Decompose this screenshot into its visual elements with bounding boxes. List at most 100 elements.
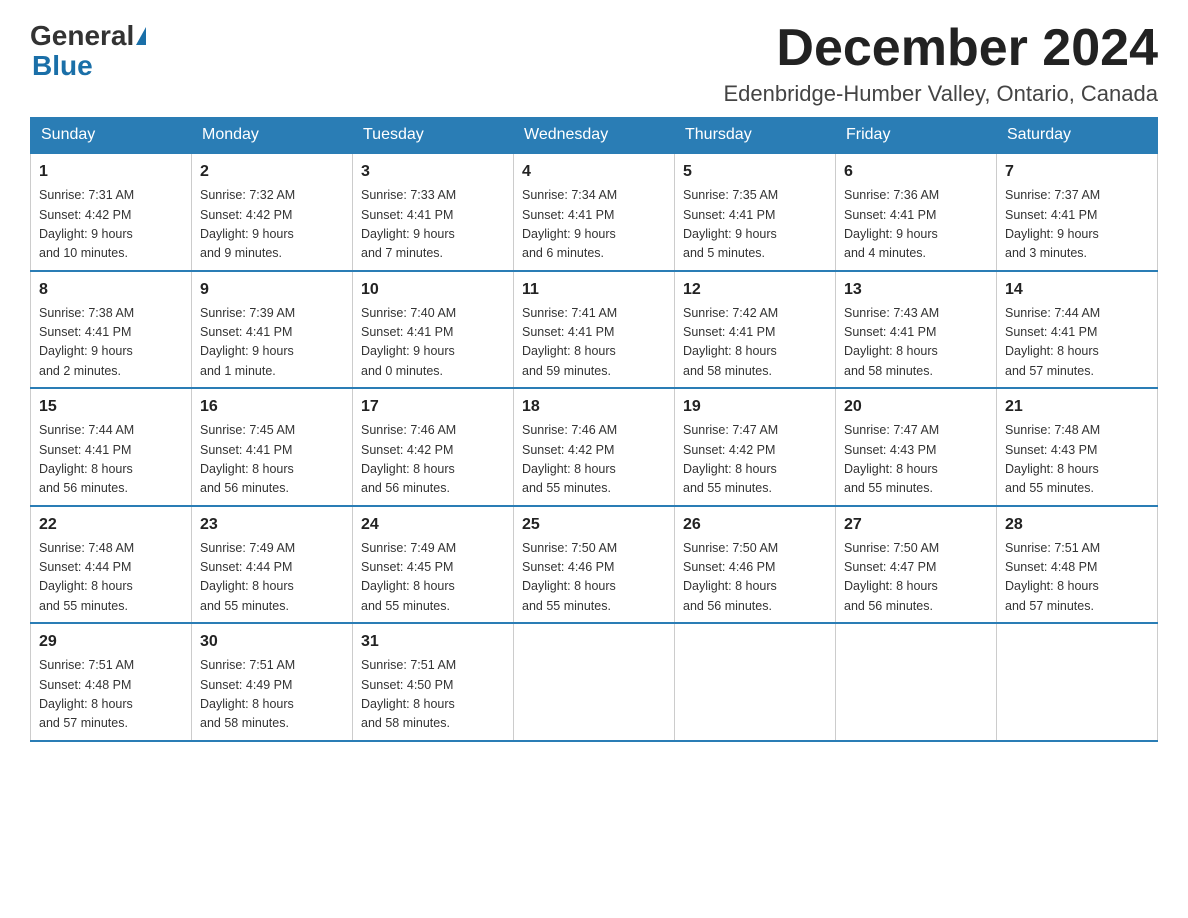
day-info: Sunrise: 7:34 AMSunset: 4:41 PMDaylight:… xyxy=(522,186,666,264)
calendar-cell: 1Sunrise: 7:31 AMSunset: 4:42 PMDaylight… xyxy=(31,153,192,271)
calendar-cell: 5Sunrise: 7:35 AMSunset: 4:41 PMDaylight… xyxy=(675,153,836,271)
calendar-cell: 9Sunrise: 7:39 AMSunset: 4:41 PMDaylight… xyxy=(192,271,353,389)
day-info: Sunrise: 7:33 AMSunset: 4:41 PMDaylight:… xyxy=(361,186,505,264)
calendar-cell: 3Sunrise: 7:33 AMSunset: 4:41 PMDaylight… xyxy=(353,153,514,271)
calendar-cell: 30Sunrise: 7:51 AMSunset: 4:49 PMDayligh… xyxy=(192,623,353,741)
calendar-table: SundayMondayTuesdayWednesdayThursdayFrid… xyxy=(30,117,1158,742)
calendar-cell: 18Sunrise: 7:46 AMSunset: 4:42 PMDayligh… xyxy=(514,388,675,506)
logo-blue-text: Blue xyxy=(32,52,93,80)
calendar-cell: 11Sunrise: 7:41 AMSunset: 4:41 PMDayligh… xyxy=(514,271,675,389)
day-number: 8 xyxy=(39,278,183,302)
day-header-wednesday: Wednesday xyxy=(514,118,675,154)
day-info: Sunrise: 7:37 AMSunset: 4:41 PMDaylight:… xyxy=(1005,186,1149,264)
day-info: Sunrise: 7:51 AMSunset: 4:50 PMDaylight:… xyxy=(361,656,505,734)
day-info: Sunrise: 7:47 AMSunset: 4:42 PMDaylight:… xyxy=(683,421,827,499)
calendar-cell: 16Sunrise: 7:45 AMSunset: 4:41 PMDayligh… xyxy=(192,388,353,506)
calendar-cell xyxy=(675,623,836,741)
day-number: 28 xyxy=(1005,513,1149,537)
day-info: Sunrise: 7:31 AMSunset: 4:42 PMDaylight:… xyxy=(39,186,183,264)
day-info: Sunrise: 7:46 AMSunset: 4:42 PMDaylight:… xyxy=(522,421,666,499)
day-number: 13 xyxy=(844,278,988,302)
week-row-2: 8Sunrise: 7:38 AMSunset: 4:41 PMDaylight… xyxy=(31,271,1158,389)
day-info: Sunrise: 7:46 AMSunset: 4:42 PMDaylight:… xyxy=(361,421,505,499)
calendar-cell: 10Sunrise: 7:40 AMSunset: 4:41 PMDayligh… xyxy=(353,271,514,389)
day-info: Sunrise: 7:51 AMSunset: 4:49 PMDaylight:… xyxy=(200,656,344,734)
day-number: 29 xyxy=(39,630,183,654)
calendar-cell: 29Sunrise: 7:51 AMSunset: 4:48 PMDayligh… xyxy=(31,623,192,741)
day-info: Sunrise: 7:44 AMSunset: 4:41 PMDaylight:… xyxy=(1005,304,1149,382)
day-info: Sunrise: 7:51 AMSunset: 4:48 PMDaylight:… xyxy=(39,656,183,734)
calendar-cell: 24Sunrise: 7:49 AMSunset: 4:45 PMDayligh… xyxy=(353,506,514,624)
week-row-5: 29Sunrise: 7:51 AMSunset: 4:48 PMDayligh… xyxy=(31,623,1158,741)
day-number: 15 xyxy=(39,395,183,419)
day-number: 20 xyxy=(844,395,988,419)
day-info: Sunrise: 7:50 AMSunset: 4:46 PMDaylight:… xyxy=(683,539,827,617)
day-info: Sunrise: 7:48 AMSunset: 4:44 PMDaylight:… xyxy=(39,539,183,617)
calendar-cell: 6Sunrise: 7:36 AMSunset: 4:41 PMDaylight… xyxy=(836,153,997,271)
day-number: 31 xyxy=(361,630,505,654)
day-number: 17 xyxy=(361,395,505,419)
day-number: 14 xyxy=(1005,278,1149,302)
month-title: December 2024 xyxy=(723,20,1158,77)
day-header-monday: Monday xyxy=(192,118,353,154)
day-info: Sunrise: 7:38 AMSunset: 4:41 PMDaylight:… xyxy=(39,304,183,382)
day-info: Sunrise: 7:42 AMSunset: 4:41 PMDaylight:… xyxy=(683,304,827,382)
calendar-cell: 27Sunrise: 7:50 AMSunset: 4:47 PMDayligh… xyxy=(836,506,997,624)
day-header-friday: Friday xyxy=(836,118,997,154)
day-info: Sunrise: 7:32 AMSunset: 4:42 PMDaylight:… xyxy=(200,186,344,264)
calendar-cell: 28Sunrise: 7:51 AMSunset: 4:48 PMDayligh… xyxy=(997,506,1158,624)
calendar-cell: 23Sunrise: 7:49 AMSunset: 4:44 PMDayligh… xyxy=(192,506,353,624)
day-info: Sunrise: 7:49 AMSunset: 4:44 PMDaylight:… xyxy=(200,539,344,617)
day-info: Sunrise: 7:44 AMSunset: 4:41 PMDaylight:… xyxy=(39,421,183,499)
calendar-cell: 20Sunrise: 7:47 AMSunset: 4:43 PMDayligh… xyxy=(836,388,997,506)
day-number: 27 xyxy=(844,513,988,537)
week-row-4: 22Sunrise: 7:48 AMSunset: 4:44 PMDayligh… xyxy=(31,506,1158,624)
day-number: 9 xyxy=(200,278,344,302)
calendar-cell xyxy=(997,623,1158,741)
calendar-cell: 22Sunrise: 7:48 AMSunset: 4:44 PMDayligh… xyxy=(31,506,192,624)
day-number: 22 xyxy=(39,513,183,537)
day-header-tuesday: Tuesday xyxy=(353,118,514,154)
calendar-cell: 19Sunrise: 7:47 AMSunset: 4:42 PMDayligh… xyxy=(675,388,836,506)
day-info: Sunrise: 7:50 AMSunset: 4:47 PMDaylight:… xyxy=(844,539,988,617)
calendar-cell: 8Sunrise: 7:38 AMSunset: 4:41 PMDaylight… xyxy=(31,271,192,389)
calendar-cell: 26Sunrise: 7:50 AMSunset: 4:46 PMDayligh… xyxy=(675,506,836,624)
week-row-3: 15Sunrise: 7:44 AMSunset: 4:41 PMDayligh… xyxy=(31,388,1158,506)
title-section: December 2024 Edenbridge-Humber Valley, … xyxy=(723,20,1158,107)
calendar-cell: 31Sunrise: 7:51 AMSunset: 4:50 PMDayligh… xyxy=(353,623,514,741)
day-number: 25 xyxy=(522,513,666,537)
day-number: 7 xyxy=(1005,160,1149,184)
day-number: 10 xyxy=(361,278,505,302)
calendar-cell: 13Sunrise: 7:43 AMSunset: 4:41 PMDayligh… xyxy=(836,271,997,389)
calendar-cell: 12Sunrise: 7:42 AMSunset: 4:41 PMDayligh… xyxy=(675,271,836,389)
page-header: General Blue December 2024 Edenbridge-Hu… xyxy=(30,20,1158,107)
day-info: Sunrise: 7:51 AMSunset: 4:48 PMDaylight:… xyxy=(1005,539,1149,617)
day-header-saturday: Saturday xyxy=(997,118,1158,154)
day-number: 16 xyxy=(200,395,344,419)
calendar-cell: 14Sunrise: 7:44 AMSunset: 4:41 PMDayligh… xyxy=(997,271,1158,389)
day-info: Sunrise: 7:49 AMSunset: 4:45 PMDaylight:… xyxy=(361,539,505,617)
day-number: 1 xyxy=(39,160,183,184)
day-info: Sunrise: 7:45 AMSunset: 4:41 PMDaylight:… xyxy=(200,421,344,499)
calendar-cell: 17Sunrise: 7:46 AMSunset: 4:42 PMDayligh… xyxy=(353,388,514,506)
day-header-thursday: Thursday xyxy=(675,118,836,154)
calendar-cell xyxy=(836,623,997,741)
day-number: 18 xyxy=(522,395,666,419)
calendar-cell: 15Sunrise: 7:44 AMSunset: 4:41 PMDayligh… xyxy=(31,388,192,506)
calendar-header-row: SundayMondayTuesdayWednesdayThursdayFrid… xyxy=(31,118,1158,154)
day-info: Sunrise: 7:47 AMSunset: 4:43 PMDaylight:… xyxy=(844,421,988,499)
day-info: Sunrise: 7:35 AMSunset: 4:41 PMDaylight:… xyxy=(683,186,827,264)
day-number: 11 xyxy=(522,278,666,302)
calendar-cell: 7Sunrise: 7:37 AMSunset: 4:41 PMDaylight… xyxy=(997,153,1158,271)
day-info: Sunrise: 7:41 AMSunset: 4:41 PMDaylight:… xyxy=(522,304,666,382)
day-number: 30 xyxy=(200,630,344,654)
day-number: 21 xyxy=(1005,395,1149,419)
day-info: Sunrise: 7:39 AMSunset: 4:41 PMDaylight:… xyxy=(200,304,344,382)
day-number: 23 xyxy=(200,513,344,537)
day-info: Sunrise: 7:43 AMSunset: 4:41 PMDaylight:… xyxy=(844,304,988,382)
day-info: Sunrise: 7:48 AMSunset: 4:43 PMDaylight:… xyxy=(1005,421,1149,499)
calendar-cell: 21Sunrise: 7:48 AMSunset: 4:43 PMDayligh… xyxy=(997,388,1158,506)
day-number: 6 xyxy=(844,160,988,184)
logo: General Blue xyxy=(30,20,148,80)
day-number: 26 xyxy=(683,513,827,537)
